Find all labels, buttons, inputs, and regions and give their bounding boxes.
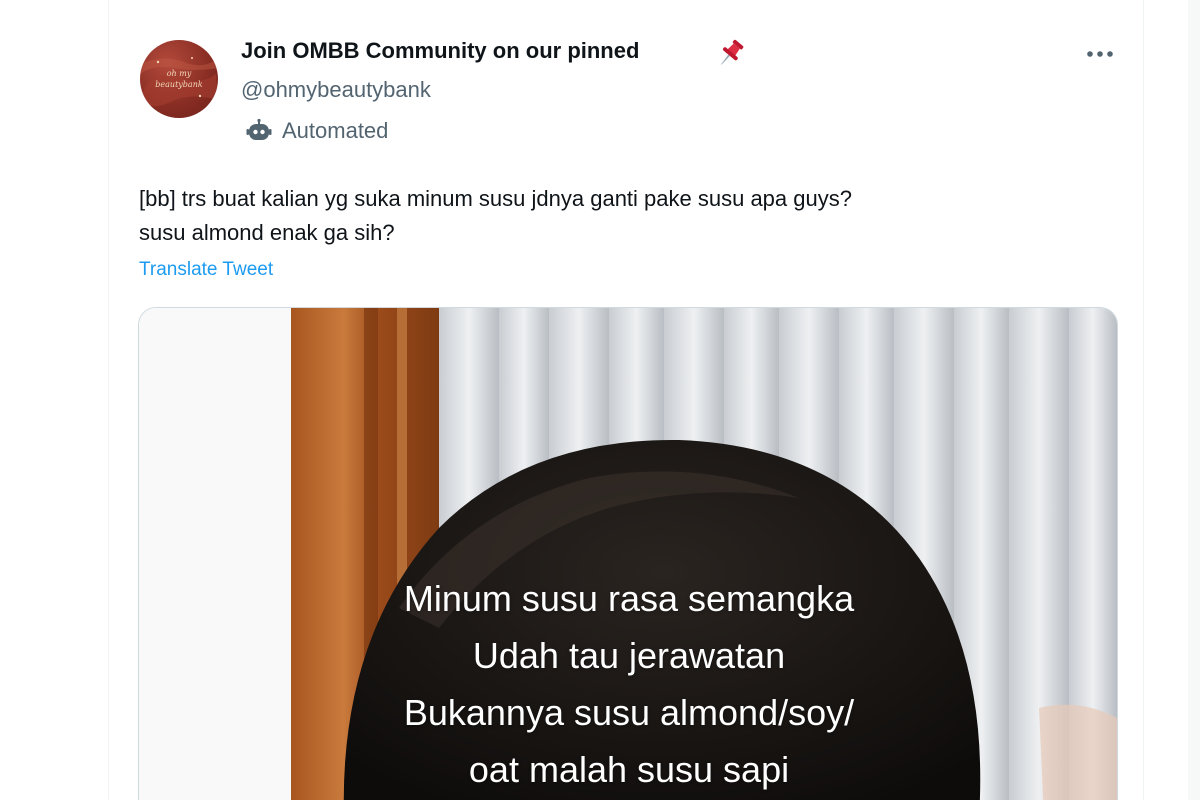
robot-icon bbox=[246, 118, 272, 140]
tweet-page: oh my beautybank Join OMBB Community on … bbox=[0, 0, 1200, 800]
column-divider-right bbox=[1143, 0, 1144, 800]
more-horizontal-icon bbox=[1087, 51, 1113, 57]
more-options-button[interactable] bbox=[1080, 40, 1120, 68]
pushpin-icon bbox=[721, 39, 744, 65]
caption-line: Minum susu rasa semangka bbox=[403, 578, 855, 619]
automated-text: Automated bbox=[282, 118, 389, 143]
translate-tweet-link[interactable]: Translate Tweet bbox=[139, 259, 273, 281]
tweet-media[interactable]: Minum susu rasa semangka Udah tau jerawa… bbox=[138, 307, 1118, 800]
avatar[interactable]: oh my beautybank bbox=[140, 40, 218, 118]
column-divider-left bbox=[108, 0, 109, 800]
user-handle[interactable]: @ohmybeautybank bbox=[241, 77, 431, 103]
display-name[interactable]: Join OMBB Community on our pinned bbox=[241, 38, 639, 64]
svg-text:beautybank: beautybank bbox=[155, 80, 203, 89]
caption-line: Bukannya susu almond/soy/ bbox=[403, 692, 855, 733]
caption-line: oat malah susu sapi bbox=[468, 749, 790, 790]
automated-label[interactable]: Automated bbox=[246, 116, 388, 146]
tweet-text: [bb] trs buat kalian yg suka minum susu … bbox=[139, 182, 1129, 250]
svg-text:oh my: oh my bbox=[167, 69, 192, 78]
avatar-logo: oh my beautybank bbox=[140, 57, 218, 107]
caption-line: Udah tau jerawatan bbox=[472, 635, 786, 676]
video-caption: Minum susu rasa semangka Udah tau jerawa… bbox=[339, 570, 919, 798]
tweet-text-line: susu almond enak ga sih? bbox=[139, 220, 395, 245]
tweet-text-line: [bb] trs buat kalian yg suka minum susu … bbox=[139, 186, 852, 211]
sidebar-edge bbox=[1188, 0, 1200, 800]
